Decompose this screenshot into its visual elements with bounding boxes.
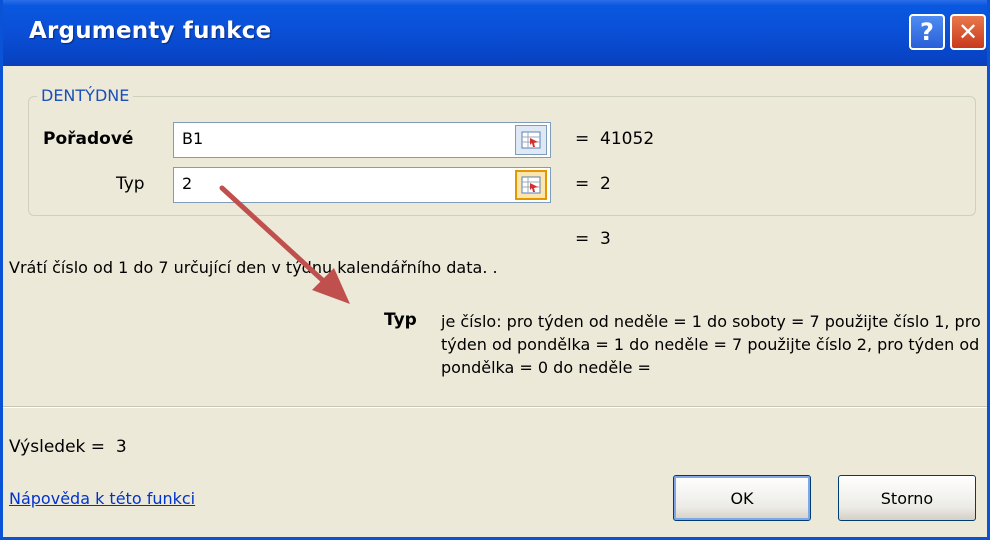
function-arguments-dialog: Argumenty funkce ? ✕ DENTÝDNE Pořadové B…	[0, 0, 990, 540]
separator	[3, 406, 987, 408]
function-description: Vrátí číslo od 1 do 7 určující den v týd…	[9, 258, 498, 277]
close-icon: ✕	[957, 18, 979, 46]
arg-label-poradove: Pořadové	[43, 129, 134, 149]
argument-detail-name: Typ	[384, 310, 417, 330]
help-button[interactable]: ?	[909, 14, 945, 50]
range-select-icon	[521, 176, 541, 194]
arg-result-poradove: = 41052	[575, 129, 655, 149]
arg-label-typ: Typ	[116, 174, 145, 194]
result-label: Výsledek = 3	[9, 437, 127, 457]
help-icon: ?	[920, 18, 934, 46]
range-select-icon	[521, 131, 541, 149]
dialog-title: Argumenty funkce	[29, 18, 272, 44]
formula-result: = 3	[575, 229, 611, 249]
help-link[interactable]: Nápověda k této funkci	[9, 489, 195, 508]
cancel-button[interactable]: Storno	[838, 475, 976, 521]
argument-detail-text: je číslo: pro týden od neděle = 1 do sob…	[441, 312, 981, 377]
title-bar[interactable]: Argumenty funkce ? ✕	[3, 0, 987, 66]
ref-button-poradove[interactable]	[515, 125, 547, 155]
ok-button[interactable]: OK	[673, 475, 811, 521]
ref-button-typ[interactable]	[515, 170, 547, 200]
function-name-legend: DENTÝDNE	[37, 86, 134, 105]
arg-input-typ[interactable]: 2	[173, 167, 551, 203]
arg-result-typ: = 2	[575, 174, 611, 194]
arg-input-poradove[interactable]: B1	[173, 122, 551, 158]
close-button[interactable]: ✕	[950, 14, 986, 50]
